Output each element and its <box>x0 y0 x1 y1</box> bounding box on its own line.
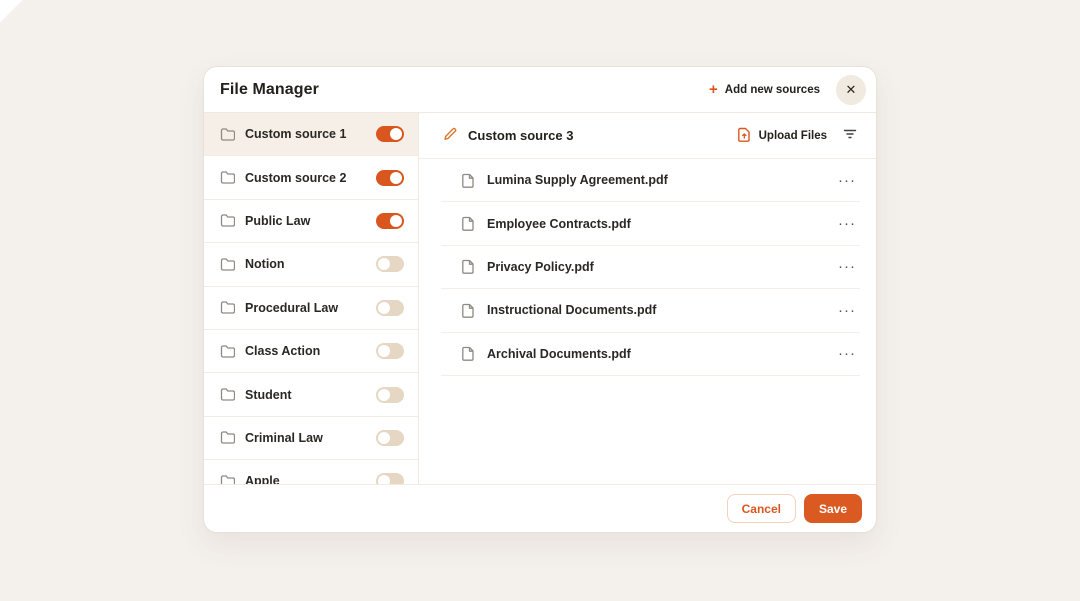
cancel-button[interactable]: Cancel <box>727 494 796 523</box>
add-new-sources-label: Add new sources <box>725 84 820 96</box>
sidebar-item-public-law[interactable]: Public Law <box>204 200 418 243</box>
upload-file-icon <box>737 127 752 145</box>
file-menu-button[interactable]: ··· <box>836 173 858 188</box>
source-toggle[interactable] <box>376 300 404 316</box>
sidebar-item-apple[interactable]: Apple <box>204 460 418 484</box>
file-row: Instructional Documents.pdf ··· <box>441 289 860 332</box>
sidebar-item-class-action[interactable]: Class Action <box>204 330 418 373</box>
folder-icon <box>220 213 235 228</box>
folder-icon <box>220 344 235 359</box>
source-title: Custom source 3 <box>468 128 737 143</box>
source-toggle[interactable] <box>376 473 404 484</box>
document-icon <box>461 216 476 231</box>
sidebar-item-label: Notion <box>245 257 376 271</box>
file-manager-modal: File Manager + Add new sources ✕ Custom … <box>203 66 877 533</box>
modal-header: File Manager + Add new sources ✕ <box>204 67 876 113</box>
source-toggle[interactable] <box>376 126 404 142</box>
file-name: Privacy Policy.pdf <box>487 260 836 274</box>
file-menu-button[interactable]: ··· <box>836 303 858 318</box>
upload-files-label: Upload Files <box>759 130 827 142</box>
source-toggle[interactable] <box>376 170 404 186</box>
source-toggle[interactable] <box>376 387 404 403</box>
file-row: Employee Contracts.pdf ··· <box>441 202 860 245</box>
close-button[interactable]: ✕ <box>836 75 866 105</box>
edit-source-button[interactable] <box>443 127 457 144</box>
header-actions: + Add new sources ✕ <box>709 75 866 105</box>
file-name: Lumina Supply Agreement.pdf <box>487 173 836 187</box>
file-menu-button[interactable]: ··· <box>836 346 858 361</box>
ellipsis-icon: ··· <box>838 302 856 319</box>
file-row: Privacy Policy.pdf ··· <box>441 246 860 289</box>
file-name: Instructional Documents.pdf <box>487 303 836 317</box>
sidebar-item-notion[interactable]: Notion <box>204 243 418 286</box>
file-list: Lumina Supply Agreement.pdf ··· Employee… <box>419 159 876 376</box>
file-menu-button[interactable]: ··· <box>836 259 858 274</box>
sidebar-item-label: Class Action <box>245 344 376 358</box>
sidebar-item-label: Procedural Law <box>245 301 376 315</box>
source-toggle[interactable] <box>376 343 404 359</box>
sidebar-item-procedural-law[interactable]: Procedural Law <box>204 287 418 330</box>
sidebar-item-label: Student <box>245 388 376 402</box>
plus-icon: + <box>709 82 718 97</box>
source-detail-header: Custom source 3 Upload Files <box>419 113 876 159</box>
document-icon <box>461 346 476 361</box>
sidebar-item-label: Custom source 1 <box>245 127 376 141</box>
ellipsis-icon: ··· <box>838 215 856 232</box>
sidebar-item-student[interactable]: Student <box>204 373 418 416</box>
folder-icon <box>220 257 235 272</box>
ellipsis-icon: ··· <box>838 258 856 275</box>
modal-body: Custom source 1 Custom source 2 Public L… <box>204 113 876 484</box>
folder-icon <box>220 474 235 484</box>
page-title: File Manager <box>220 81 319 99</box>
ellipsis-icon: ··· <box>838 345 856 362</box>
sidebar-item-label: Criminal Law <box>245 431 376 445</box>
file-row: Lumina Supply Agreement.pdf ··· <box>441 159 860 202</box>
source-detail-panel: Custom source 3 Upload Files Lumina Supp… <box>419 113 876 484</box>
source-toggle[interactable] <box>376 256 404 272</box>
sidebar-item-label: Apple <box>245 474 376 484</box>
sidebar-item-label: Public Law <box>245 214 376 228</box>
folder-icon <box>220 170 235 185</box>
upload-files-button[interactable]: Upload Files <box>737 127 827 145</box>
sources-sidebar: Custom source 1 Custom source 2 Public L… <box>204 113 419 484</box>
file-name: Archival Documents.pdf <box>487 347 836 361</box>
file-name: Employee Contracts.pdf <box>487 217 836 231</box>
sidebar-item-criminal-law[interactable]: Criminal Law <box>204 417 418 460</box>
source-toggle[interactable] <box>376 430 404 446</box>
window-corner-artifact <box>0 0 23 23</box>
document-icon <box>461 259 476 274</box>
sidebar-item-label: Custom source 2 <box>245 171 376 185</box>
source-toggle[interactable] <box>376 213 404 229</box>
modal-footer: Cancel Save <box>204 484 876 532</box>
filter-icon <box>842 126 858 145</box>
folder-icon <box>220 387 235 402</box>
folder-icon <box>220 127 235 142</box>
folder-icon <box>220 430 235 445</box>
file-menu-button[interactable]: ··· <box>836 216 858 231</box>
pencil-icon <box>443 127 457 144</box>
document-icon <box>461 173 476 188</box>
add-new-sources-button[interactable]: + Add new sources <box>709 82 820 97</box>
sidebar-item-custom-source-1[interactable]: Custom source 1 <box>204 113 418 156</box>
close-icon: ✕ <box>846 82 857 98</box>
filter-button[interactable] <box>842 126 858 145</box>
sidebar-item-custom-source-2[interactable]: Custom source 2 <box>204 156 418 199</box>
ellipsis-icon: ··· <box>838 172 856 189</box>
folder-icon <box>220 300 235 315</box>
save-button[interactable]: Save <box>804 494 862 523</box>
file-row: Archival Documents.pdf ··· <box>441 333 860 376</box>
document-icon <box>461 303 476 318</box>
